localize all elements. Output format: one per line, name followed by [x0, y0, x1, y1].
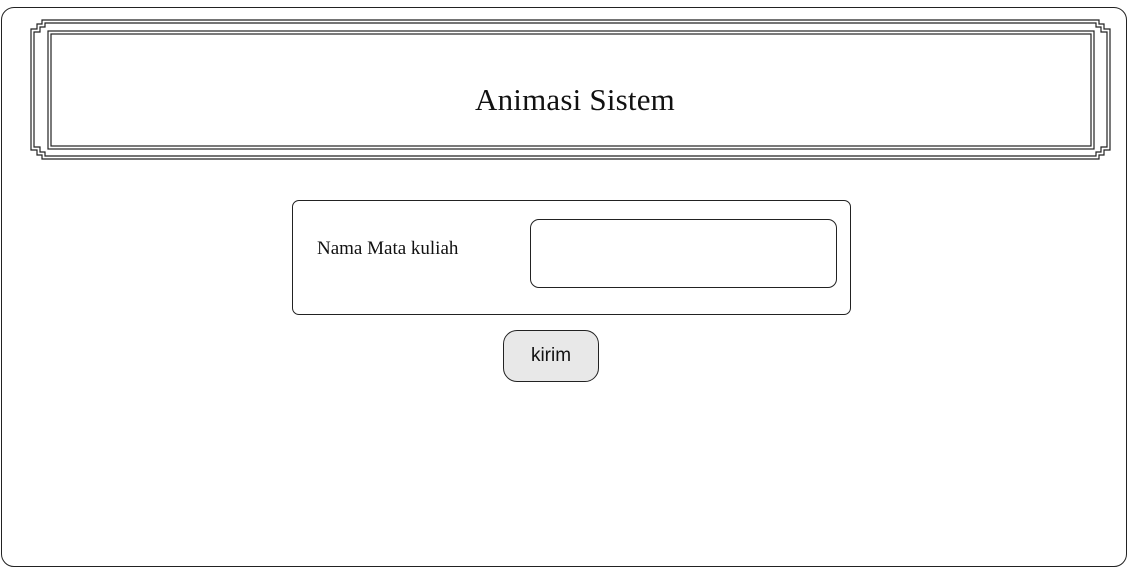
course-name-input[interactable]: [530, 219, 837, 288]
submit-button[interactable]: kirim: [503, 330, 599, 382]
course-name-label: Nama Mata kuliah: [317, 238, 459, 259]
page-title: Animasi Sistem: [474, 82, 675, 117]
